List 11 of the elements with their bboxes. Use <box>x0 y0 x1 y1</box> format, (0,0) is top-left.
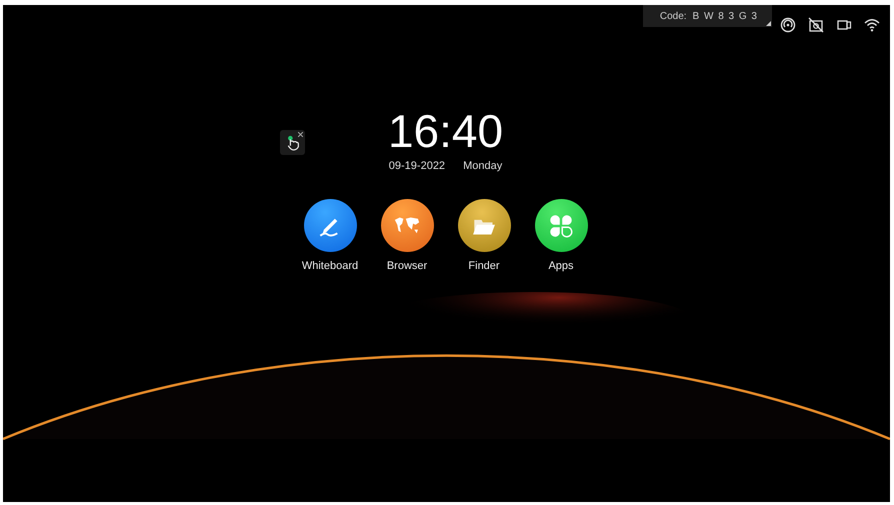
clock-date: 09-19-2022 <box>388 160 446 172</box>
wifi-icon[interactable] <box>864 17 880 33</box>
close-icon[interactable] <box>298 132 303 137</box>
code-label: Code: <box>660 10 687 22</box>
clock-time: 16:40 <box>388 106 504 156</box>
touch-widget[interactable] <box>280 130 305 155</box>
corner-icon <box>766 21 771 26</box>
hotspot-icon[interactable] <box>780 17 796 33</box>
code-value: B W 8 3 G 3 <box>692 10 758 22</box>
clock-weekday: Monday <box>463 160 502 172</box>
camera-off-icon[interactable] <box>808 17 824 33</box>
